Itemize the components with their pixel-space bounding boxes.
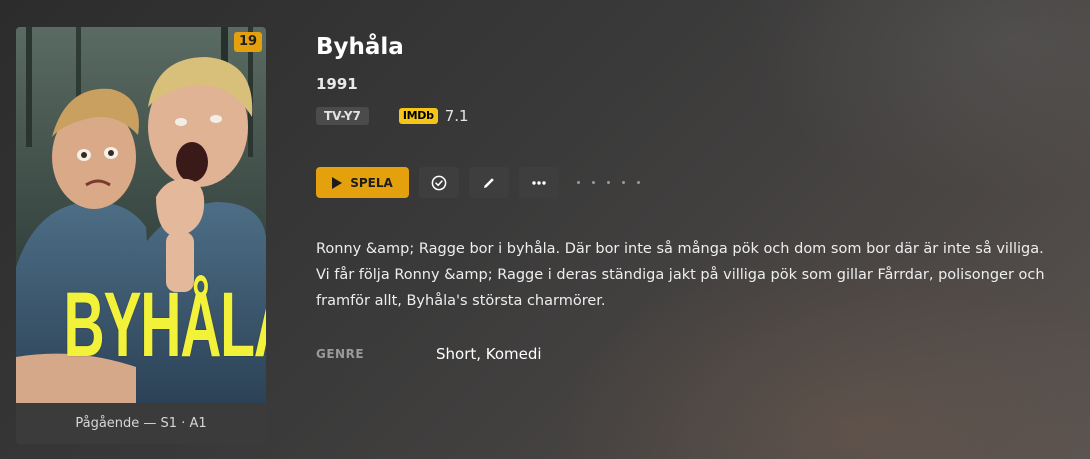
imdb-icon: IMDb [398, 108, 438, 124]
year-text: 1991 [316, 75, 358, 93]
mark-watched-button[interactable] [419, 167, 459, 198]
summary-text: Ronny &amp; Ragge bor i byhåla. Där bor … [316, 241, 1045, 309]
pagination-dots [577, 181, 652, 184]
dot [607, 181, 610, 184]
genre-row: GENRE Short, Komedi [316, 345, 542, 363]
play-button-label: SPELA [350, 175, 393, 190]
poster-art-title: BYHÅLA [63, 274, 267, 376]
check-circle-icon [431, 175, 447, 190]
dot [622, 181, 625, 184]
edit-button[interactable] [469, 167, 509, 198]
content-rating-badge: TV-Y7 [316, 107, 369, 125]
unwatched-count-badge: 19 [234, 32, 262, 52]
action-bar: SPELA [316, 167, 652, 198]
page-title: Byhåla [316, 34, 404, 60]
play-icon [332, 176, 343, 189]
more-options-button[interactable] [519, 167, 559, 198]
genre-value[interactable]: Short, Komedi [436, 345, 542, 363]
genre-label: GENRE [316, 347, 365, 361]
imdb-score: 7.1 [444, 107, 469, 125]
poster-caption: Pågående — S1 · A1 [75, 416, 207, 431]
more-icon [532, 180, 546, 185]
meta-row: TV-Y7 IMDb 7.1 [316, 106, 469, 126]
dot [577, 181, 580, 184]
poster-image[interactable]: BYHÅLA 19 [16, 27, 266, 403]
pencil-icon [484, 177, 494, 188]
dot [592, 181, 595, 184]
poster-card[interactable]: BYHÅLA 19 Pågående — S1 · A1 [16, 27, 266, 444]
play-button[interactable]: SPELA [316, 167, 409, 198]
dot [637, 181, 640, 184]
